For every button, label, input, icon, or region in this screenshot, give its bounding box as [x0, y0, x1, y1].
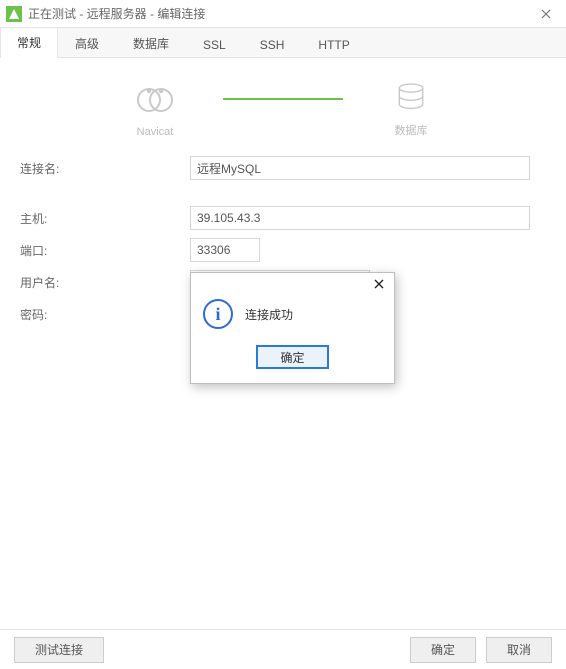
tab-database[interactable]: 数据库: [116, 28, 186, 58]
tabs: 常规 高级 数据库 SSL SSH HTTP: [0, 28, 566, 58]
dialog-message: 连接成功: [245, 306, 293, 323]
tab-advanced[interactable]: 高级: [58, 28, 116, 58]
diagram-right-label: 数据库: [395, 122, 428, 138]
tab-http[interactable]: HTTP: [301, 31, 366, 58]
input-port[interactable]: [190, 238, 260, 262]
dialog-titlebar: [191, 273, 394, 295]
label-username: 用户名:: [20, 274, 190, 291]
info-icon: i: [203, 299, 233, 329]
message-dialog: i 连接成功 确定: [190, 272, 395, 384]
tab-general[interactable]: 常规: [0, 27, 58, 58]
diagram-connection-line: [223, 98, 343, 100]
row-host: 主机:: [20, 206, 546, 230]
dialog-ok-button[interactable]: 确定: [256, 345, 328, 369]
footer: 测试连接 确定 取消: [0, 629, 566, 669]
label-host: 主机:: [20, 210, 190, 227]
diagram-node-navicat: Navicat: [95, 80, 215, 138]
close-icon[interactable]: [532, 2, 560, 26]
dialog-close-icon[interactable]: [368, 275, 390, 293]
row-port: 端口:: [20, 238, 546, 262]
tab-ssh[interactable]: SSH: [243, 31, 302, 58]
navicat-icon: [135, 80, 175, 120]
row-connection-name: 连接名:: [20, 156, 546, 180]
window-title: 正在测试 - 远程服务器 - 编辑连接: [28, 5, 532, 22]
input-host[interactable]: [190, 206, 530, 230]
test-connection-button[interactable]: 测试连接: [14, 637, 104, 663]
input-connection-name[interactable]: [190, 156, 530, 180]
titlebar: 正在测试 - 远程服务器 - 编辑连接: [0, 0, 566, 28]
database-icon: [393, 80, 429, 116]
tab-ssl[interactable]: SSL: [186, 31, 243, 58]
app-icon: [6, 6, 22, 22]
cancel-button[interactable]: 取消: [486, 637, 552, 663]
diagram-node-database: 数据库: [351, 80, 471, 138]
ok-button[interactable]: 确定: [410, 637, 476, 663]
label-port: 端口:: [20, 242, 190, 259]
connection-diagram: Navicat 数据库: [20, 80, 546, 138]
label-password: 密码:: [20, 306, 190, 323]
diagram-left-label: Navicat: [137, 126, 174, 138]
label-connection-name: 连接名:: [20, 160, 190, 177]
